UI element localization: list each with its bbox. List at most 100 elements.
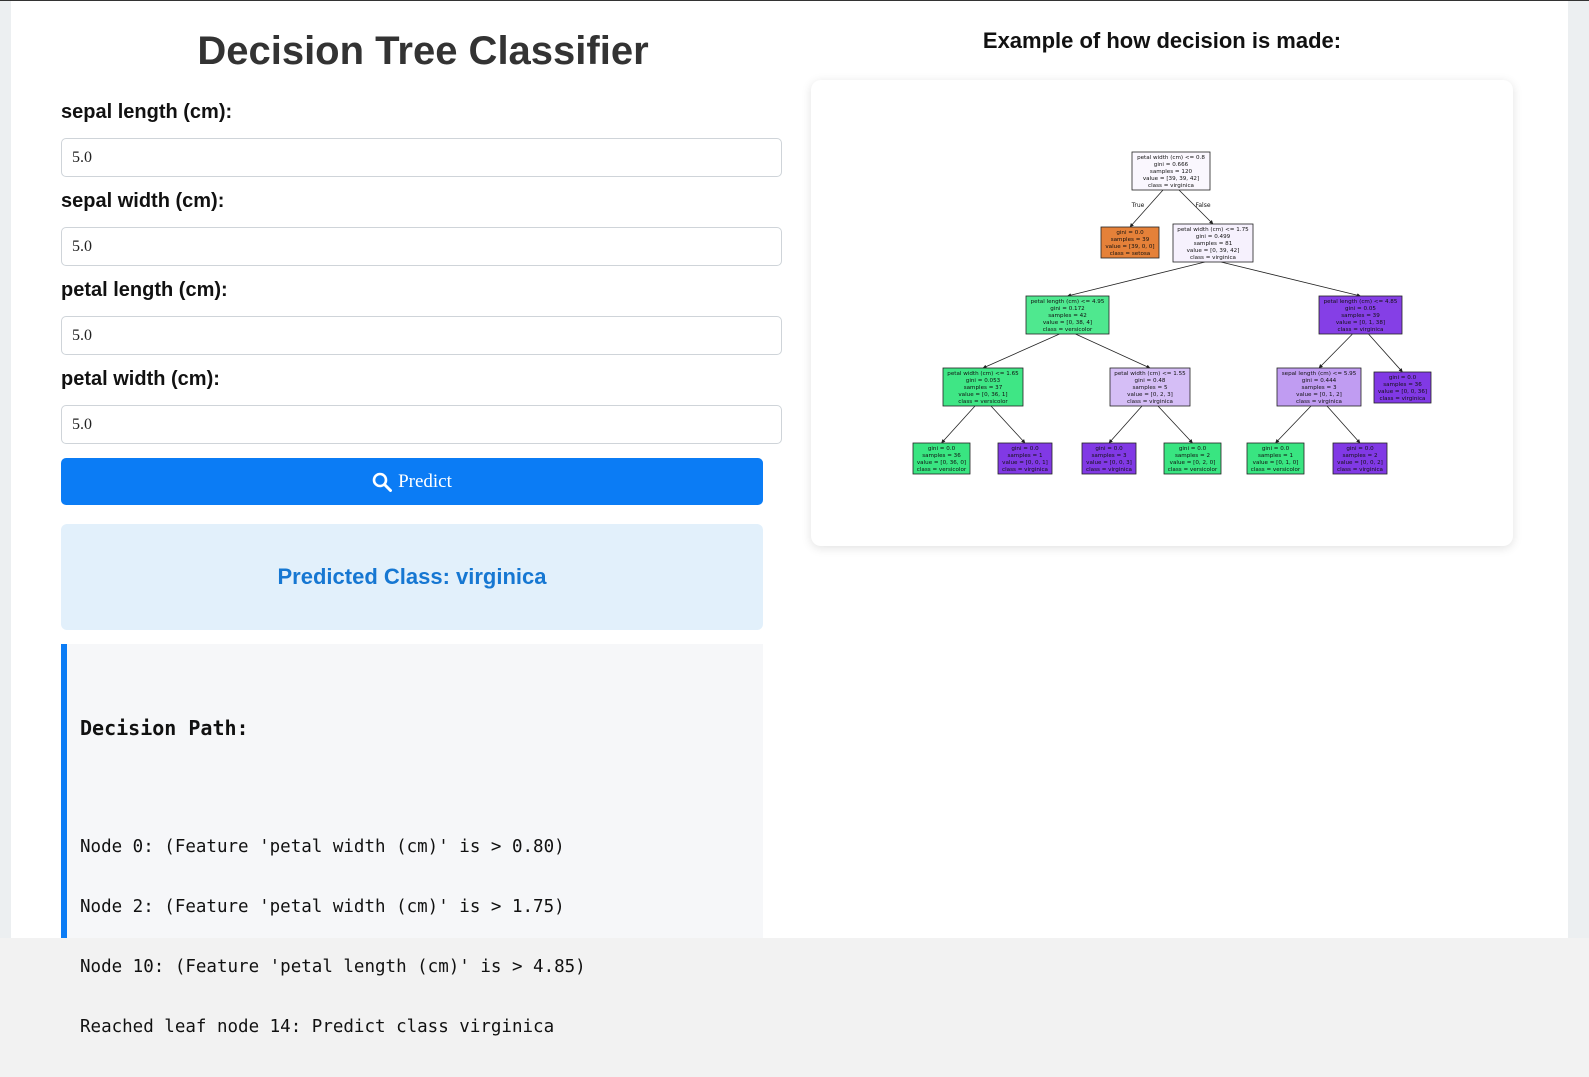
tree-node: petal length (cm) <= 4.85gini = 0.05samp… bbox=[1318, 295, 1403, 335]
tree-node-text: gini = 0.444 bbox=[1302, 378, 1337, 384]
edge-label-true: True bbox=[1131, 202, 1145, 209]
tree-node-text: class = virginica bbox=[1002, 467, 1048, 473]
search-icon bbox=[372, 472, 393, 492]
edge-label-false: False bbox=[1195, 202, 1210, 209]
tree-node-text: class = versicolor bbox=[958, 399, 1008, 405]
tree-node-text: gini = 0.666 bbox=[1154, 162, 1189, 168]
tree-node-text: samples = 1 bbox=[1258, 453, 1293, 459]
tree-node-text: samples = 81 bbox=[1194, 241, 1233, 247]
tree-node: petal width (cm) <= 0.8gini = 0.666sampl… bbox=[1131, 151, 1211, 191]
page-title: Decision Tree Classifier bbox=[197, 29, 649, 73]
tree-node-text: samples = 120 bbox=[1150, 169, 1193, 175]
tree-node-text: value = [0, 0, 3] bbox=[1086, 460, 1132, 466]
sepal-width-label: sepal width (cm): bbox=[61, 190, 225, 212]
tree-node-text: class = virginica bbox=[1337, 467, 1383, 473]
tree-node-text: petal width (cm) <= 0.8 bbox=[1137, 155, 1205, 161]
tree-node-text: class = virginica bbox=[1190, 255, 1236, 261]
petal-length-input[interactable] bbox=[61, 316, 782, 355]
tree-edge bbox=[1075, 333, 1151, 369]
tree-node-text: value = [0, 0, 36] bbox=[1378, 389, 1427, 395]
left-gutter bbox=[0, 1, 11, 938]
sepal-width-input[interactable] bbox=[61, 227, 782, 266]
decision-tree-diagram: True Falsepetal width (cm) <= 0.8gini = 0… bbox=[912, 151, 1432, 475]
tree-node: gini = 0.0samples = 39value = [39, 0, 0]… bbox=[1100, 226, 1160, 259]
sepal-length-input[interactable] bbox=[61, 138, 782, 177]
tree-node-text: class = versicolor bbox=[917, 467, 967, 473]
petal-width-label: petal width (cm): bbox=[61, 368, 220, 390]
tree-node-text: value = [0, 39, 42] bbox=[1187, 248, 1240, 254]
tree-node-text: gini = 0.0 bbox=[1262, 446, 1290, 452]
tree-node-text: class = setosa bbox=[1110, 251, 1150, 257]
tree-node-text: class = virginica bbox=[1338, 327, 1384, 333]
tree-node-text: gini = 0.0 bbox=[1116, 230, 1144, 236]
tree-node-text: samples = 36 bbox=[922, 453, 961, 459]
tree-node-text: samples = 1 bbox=[1007, 453, 1042, 459]
tree-node: petal width (cm) <= 1.65gini = 0.053samp… bbox=[942, 367, 1024, 407]
tree-node-text: value = [0, 2, 0] bbox=[1170, 460, 1216, 466]
tree-node-text: value = [39, 39, 42] bbox=[1143, 176, 1199, 182]
tree-node: gini = 0.0samples = 1value = [0, 0, 1]cl… bbox=[997, 442, 1053, 475]
tree-node-text: samples = 39 bbox=[1341, 313, 1380, 319]
tree-edge bbox=[990, 405, 1026, 444]
tree-node-text: value = [0, 2, 3] bbox=[1127, 392, 1173, 398]
tree-node-text: value = [0, 0, 1] bbox=[1002, 460, 1048, 466]
tree-node-text: petal width (cm) <= 1.55 bbox=[1114, 371, 1186, 377]
tree-node-text: gini = 0.0 bbox=[1095, 446, 1123, 452]
predict-label: Predict bbox=[398, 470, 452, 492]
page: Decision Tree Classifier sepal length (c… bbox=[11, 1, 1568, 1037]
tree-node-text: class = virginica bbox=[1086, 467, 1132, 473]
tree-node-text: gini = 0.0 bbox=[1389, 375, 1417, 381]
decision-path-panel: Decision Path: Node 0: (Feature 'petal w… bbox=[61, 644, 763, 1037]
tree-node-text: value = [0, 1, 0] bbox=[1253, 460, 1299, 466]
scrollbar-track[interactable] bbox=[1568, 1, 1589, 938]
tree-node: petal width (cm) <= 1.75gini = 0.499samp… bbox=[1172, 223, 1254, 263]
tree-node-text: samples = 37 bbox=[964, 385, 1003, 391]
tree-node: petal length (cm) <= 4.95gini = 0.172sam… bbox=[1025, 295, 1110, 335]
tree-node-text: samples = 36 bbox=[1383, 382, 1422, 388]
tree-node-text: class = virginica bbox=[1296, 399, 1342, 405]
tree-node-text: petal width (cm) <= 1.75 bbox=[1177, 227, 1249, 233]
tree-node-text: class = versicolor bbox=[1168, 467, 1218, 473]
prediction-text: Predicted Class: virginica bbox=[277, 564, 547, 589]
tree-edge bbox=[982, 333, 1060, 369]
tree-node-text: gini = 0.0 bbox=[928, 446, 956, 452]
tree-node-text: value = [0, 1, 38] bbox=[1336, 320, 1385, 326]
tree-node: gini = 0.0samples = 36value = [0, 0, 36]… bbox=[1373, 371, 1432, 404]
tree-node: sepal length (cm) <= 5.95gini = 0.444sam… bbox=[1276, 367, 1362, 407]
tree-node-text: value = [0, 36, 0] bbox=[917, 460, 966, 466]
tree-node-text: gini = 0.0 bbox=[1346, 446, 1374, 452]
tree-node: gini = 0.0samples = 36value = [0, 36, 0]… bbox=[912, 442, 971, 475]
tree-edge bbox=[1067, 261, 1206, 298]
decision-path-line: Node 10: (Feature 'petal length (cm)' is… bbox=[80, 957, 586, 977]
tree-node-text: value = [39, 0, 0] bbox=[1105, 244, 1154, 250]
tree-node-text: samples = 2 bbox=[1175, 453, 1210, 459]
tree-edge bbox=[1326, 405, 1361, 444]
petal-width-input[interactable] bbox=[61, 405, 782, 444]
tree-node-text: class = virginica bbox=[1148, 183, 1194, 189]
prediction-result: Predicted Class: virginica bbox=[61, 524, 763, 630]
predict-button[interactable]: Predict bbox=[61, 458, 763, 505]
tree-node-text: class = virginica bbox=[1380, 396, 1426, 402]
tree-node-text: value = [0, 38, 4] bbox=[1043, 320, 1092, 326]
tree-node-text: samples = 39 bbox=[1111, 237, 1150, 243]
tree-edge bbox=[1275, 405, 1312, 444]
decision-path-line: Reached leaf node 14: Predict class virg… bbox=[80, 1017, 555, 1037]
tree-node: gini = 0.0samples = 2value = [0, 0, 2]cl… bbox=[1332, 442, 1388, 475]
tree-node-text: class = versicolor bbox=[1251, 467, 1301, 473]
tree-node-text: samples = 5 bbox=[1132, 385, 1167, 391]
example-title: Example of how decision is made: bbox=[982, 28, 1342, 53]
tree-node-text: gini = 0.0 bbox=[1179, 446, 1207, 452]
tree-node: gini = 0.0samples = 2value = [0, 2, 0]cl… bbox=[1163, 442, 1222, 475]
tree-node-text: samples = 42 bbox=[1048, 313, 1087, 319]
tree-node-text: gini = 0.48 bbox=[1135, 378, 1166, 384]
tree-node-text: class = virginica bbox=[1127, 399, 1173, 405]
tree-node-text: value = [0, 0, 2] bbox=[1337, 460, 1383, 466]
decision-path-title: Decision Path: bbox=[80, 716, 249, 740]
tree-edge bbox=[1368, 333, 1403, 373]
tree-node-text: value = [0, 36, 1] bbox=[958, 392, 1007, 398]
tree-node: petal width (cm) <= 1.55gini = 0.48sampl… bbox=[1109, 367, 1191, 407]
tree-edge bbox=[1157, 405, 1193, 444]
tree-node: gini = 0.0samples = 1value = [0, 1, 0]cl… bbox=[1246, 442, 1305, 475]
petal-length-label: petal length (cm): bbox=[61, 279, 228, 301]
tree-node-text: petal width (cm) <= 1.65 bbox=[947, 371, 1019, 377]
